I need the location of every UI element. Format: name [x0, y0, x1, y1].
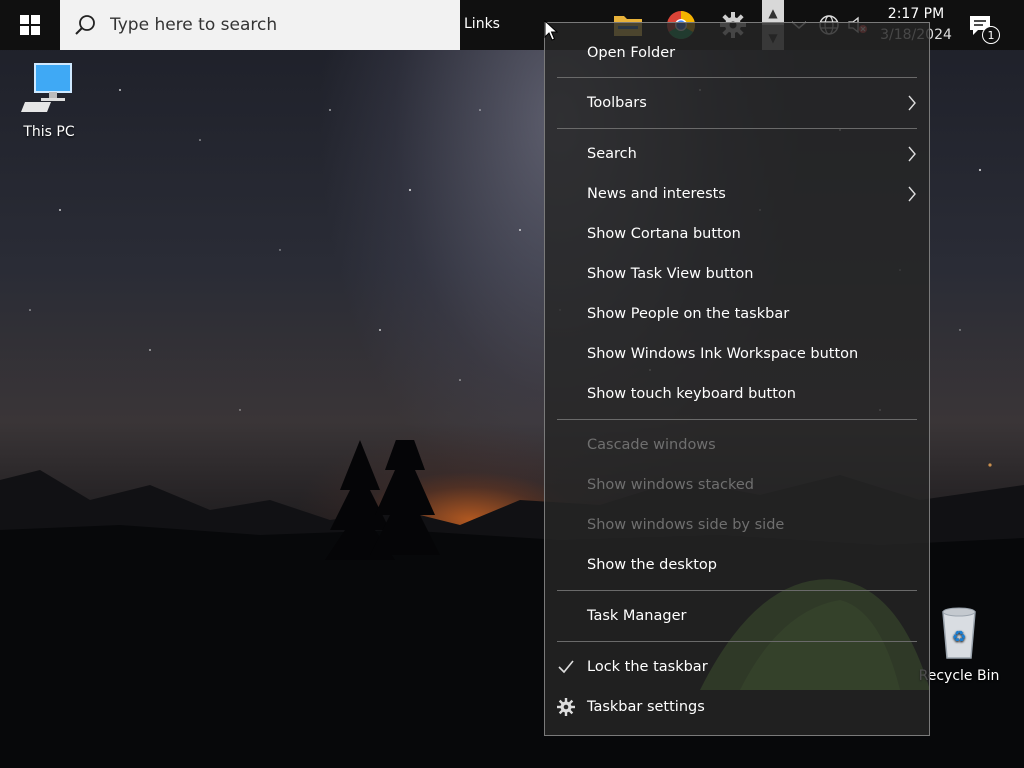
chevron-right-icon: [908, 146, 916, 162]
menu-item-label: Show Cortana button: [587, 226, 741, 242]
menu-item-label: Search: [587, 146, 637, 162]
windows-logo-icon: [20, 15, 40, 35]
menu-item-taskbar-settings[interactable]: Taskbar settings: [545, 687, 929, 727]
menu-item-show-windows-stacked: Show windows stacked: [545, 465, 929, 505]
menu-item-show-touch-keyboard[interactable]: Show touch keyboard button: [545, 374, 929, 414]
menu-item-label: Toolbars: [587, 95, 647, 111]
menu-item-show-people[interactable]: Show People on the taskbar: [545, 294, 929, 334]
menu-item-show-cortana-button[interactable]: Show Cortana button: [545, 214, 929, 254]
taskbar-search-box[interactable]: [60, 0, 460, 50]
menu-separator: [557, 128, 917, 129]
menu-item-label: Show the desktop: [587, 557, 717, 573]
svg-text:♻: ♻: [952, 627, 966, 646]
chevron-right-icon: [908, 95, 916, 111]
checkmark-icon: [558, 660, 574, 674]
menu-item-label: Show Task View button: [587, 266, 754, 282]
menu-separator: [557, 419, 917, 420]
start-button[interactable]: [0, 0, 60, 50]
menu-item-label: Show touch keyboard button: [587, 386, 796, 402]
menu-item-show-windows-ink[interactable]: Show Windows Ink Workspace button: [545, 334, 929, 374]
menu-item-label: Show Windows Ink Workspace button: [587, 346, 859, 362]
search-icon: [75, 15, 95, 35]
menu-item-label: Task Manager: [587, 608, 687, 624]
menu-item-lock-the-taskbar[interactable]: Lock the taskbar: [545, 647, 929, 687]
menu-item-cascade-windows: Cascade windows: [545, 425, 929, 465]
menu-item-search[interactable]: Search: [545, 134, 929, 174]
desktop-icon-this-pc[interactable]: This PC: [4, 60, 94, 140]
menu-item-label: News and interests: [587, 186, 726, 202]
mouse-cursor-icon: [544, 20, 558, 41]
recycle-bin-icon: ♻: [942, 607, 976, 659]
menu-item-show-windows-side-by-side: Show windows side by side: [545, 505, 929, 545]
menu-item-label: Taskbar settings: [587, 699, 705, 715]
menu-item-label: Show People on the taskbar: [587, 306, 790, 322]
search-input[interactable]: [108, 14, 432, 36]
desktop-icon-label: This PC: [23, 124, 75, 140]
menu-item-task-manager[interactable]: Task Manager: [545, 596, 929, 636]
chevron-right-icon: [908, 186, 916, 202]
menu-separator: [557, 641, 917, 642]
links-toolbar-label[interactable]: Links: [464, 16, 500, 32]
menu-item-label: Cascade windows: [587, 437, 716, 453]
gear-icon: [557, 698, 575, 716]
menu-item-label: Show windows stacked: [587, 477, 755, 493]
menu-item-show-the-desktop[interactable]: Show the desktop: [545, 545, 929, 585]
menu-item-toolbars[interactable]: Toolbars: [545, 83, 929, 123]
this-pc-icon: [21, 63, 72, 112]
menu-item-label: Open Folder: [587, 45, 676, 61]
menu-item-label: Show windows side by side: [587, 517, 785, 533]
menu-separator: [557, 590, 917, 591]
action-center-button[interactable]: 1: [968, 12, 1000, 44]
notification-count-badge: 1: [982, 26, 1000, 44]
menu-item-show-task-view-button[interactable]: Show Task View button: [545, 254, 929, 294]
taskbar-context-menu: Open Folder Toolbars Search News and int…: [544, 22, 930, 736]
menu-item-open-folder[interactable]: Open Folder: [545, 33, 929, 73]
menu-item-label: Lock the taskbar: [587, 659, 708, 675]
menu-separator: [557, 77, 917, 78]
menu-item-news-and-interests[interactable]: News and interests: [545, 174, 929, 214]
